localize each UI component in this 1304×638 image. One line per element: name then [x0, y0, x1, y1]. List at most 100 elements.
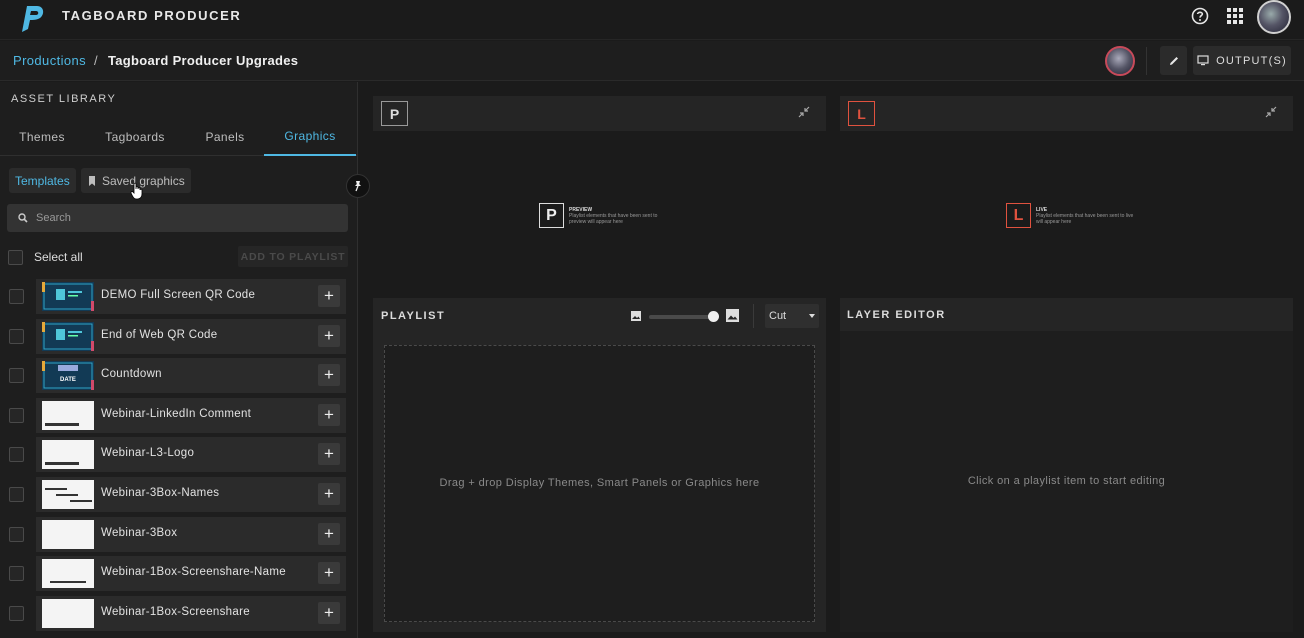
top-bar: TAGBOARD PRODUCER	[0, 0, 1304, 40]
preview-monitor: P P PREVIEW Playlist elements that have …	[373, 96, 826, 292]
edit-button[interactable]	[1160, 46, 1187, 75]
asset-list-item[interactable]: Webinar-3Box +	[36, 517, 346, 552]
asset-name: Webinar-1Box-Screenshare	[101, 606, 250, 618]
tagboard-logo-icon[interactable]	[18, 2, 46, 34]
asset-row-checkbox[interactable]	[9, 408, 24, 423]
asset-list-item[interactable]: Webinar-LinkedIn Comment +	[36, 398, 346, 433]
asset-name: DEMO Full Screen QR Code	[101, 289, 256, 301]
large-image-icon	[726, 309, 739, 322]
production-title: Tagboard Producer Upgrades	[108, 53, 299, 68]
asset-list-item[interactable]: Webinar-1Box-Screenshare +	[36, 596, 346, 631]
preview-badge: P	[381, 101, 408, 126]
graphic-thumbnail	[42, 480, 94, 509]
asset-name: Webinar-LinkedIn Comment	[101, 408, 252, 420]
graphic-thumbnail	[42, 322, 94, 351]
templates-filter-button[interactable]: Templates	[9, 168, 76, 193]
graphic-thumbnail	[42, 599, 94, 628]
small-image-icon	[631, 311, 641, 321]
layer-editor-title: LAYER EDITOR	[847, 309, 946, 321]
add-to-playlist-button[interactable]: ADD TO PLAYLIST	[238, 246, 348, 267]
asset-name: Countdown	[101, 368, 162, 380]
live-monitor-header: L	[840, 96, 1293, 131]
asset-search-input[interactable]	[36, 212, 326, 224]
asset-list-item[interactable]: DATE Countdown +	[36, 358, 346, 393]
breadcrumb-productions-link[interactable]: Productions	[13, 53, 86, 68]
playlist-dropzone[interactable]: Drag + drop Display Themes, Smart Panels…	[384, 345, 815, 622]
add-asset-button[interactable]: +	[318, 523, 340, 545]
graphic-thumbnail	[42, 520, 94, 549]
graphic-thumbnail	[42, 401, 94, 430]
add-asset-button[interactable]: +	[318, 483, 340, 505]
transition-select[interactable]: Cut	[765, 304, 819, 328]
collapse-preview-icon[interactable]	[798, 106, 810, 118]
add-asset-button[interactable]: +	[318, 562, 340, 584]
add-asset-button[interactable]: +	[318, 364, 340, 386]
collaborator-avatar[interactable]	[1105, 46, 1135, 76]
tab-panels[interactable]: Panels	[186, 118, 264, 156]
breadcrumb-separator: /	[94, 53, 98, 68]
graphic-thumbnail	[42, 282, 94, 311]
asset-row-checkbox[interactable]	[9, 527, 24, 542]
asset-row-checkbox[interactable]	[9, 487, 24, 502]
graphic-thumbnail	[42, 440, 94, 469]
playlist-drop-text: Drag + drop Display Themes, Smart Panels…	[439, 477, 760, 489]
asset-row-checkbox[interactable]	[9, 566, 24, 581]
apps-grid-icon[interactable]	[1225, 6, 1245, 26]
layer-editor-empty-text: Click on a playlist item to start editin…	[967, 475, 1166, 487]
add-asset-button[interactable]: +	[318, 602, 340, 624]
graphic-thumbnail	[42, 559, 94, 588]
add-asset-button[interactable]: +	[318, 404, 340, 426]
playlist-toolbar-divider	[753, 304, 754, 328]
asset-list-item[interactable]: Webinar-3Box-Names +	[36, 477, 346, 512]
live-placeholder-text: Playlist elements that have been sent to…	[1036, 213, 1134, 225]
user-avatar[interactable]	[1257, 0, 1291, 34]
add-asset-button[interactable]: +	[318, 443, 340, 465]
add-asset-button[interactable]: +	[318, 325, 340, 347]
svg-text:DATE: DATE	[60, 377, 76, 383]
pin-panel-button[interactable]	[346, 174, 370, 198]
monitor-icon	[1197, 55, 1209, 66]
pin-icon	[355, 181, 361, 192]
help-icon[interactable]	[1190, 6, 1210, 26]
asset-row-checkbox[interactable]	[9, 606, 24, 621]
preview-placeholder-text: Playlist elements that have been sent to…	[569, 213, 658, 225]
graphic-thumbnail: DATE	[42, 361, 94, 390]
outputs-button[interactable]: OUTPUT(S)	[1193, 46, 1291, 75]
asset-name: Webinar-3Box-Names	[101, 487, 220, 499]
collapse-live-icon[interactable]	[1265, 106, 1277, 118]
asset-list-item[interactable]: End of Web QR Code +	[36, 319, 346, 354]
hand-cursor-icon	[130, 182, 143, 200]
add-asset-button[interactable]: +	[318, 285, 340, 307]
tab-tagboards[interactable]: Tagboards	[84, 118, 186, 156]
asset-row-checkbox[interactable]	[9, 368, 24, 383]
tab-themes[interactable]: Themes	[0, 118, 84, 156]
asset-list-item[interactable]: Webinar-1Box-Screenshare-Name +	[36, 556, 346, 591]
playlist-panel: PLAYLIST Cut Drag + drop Display Themes,…	[373, 298, 826, 632]
asset-row-checkbox[interactable]	[9, 289, 24, 304]
preview-monitor-header: P	[373, 96, 826, 131]
asset-name: End of Web QR Code	[101, 329, 218, 341]
asset-tabs: Themes Tagboards Panels Graphics	[0, 118, 357, 156]
bookmark-icon	[89, 175, 95, 186]
asset-row-checkbox[interactable]	[9, 329, 24, 344]
asset-list-item[interactable]: DEMO Full Screen QR Code +	[36, 279, 346, 314]
live-monitor: L L LIVE Playlist elements that have bee…	[840, 96, 1293, 292]
asset-row-checkbox[interactable]	[9, 447, 24, 462]
asset-list-item[interactable]: Webinar-L3-Logo +	[36, 437, 346, 472]
asset-name: Webinar-1Box-Screenshare-Name	[101, 566, 286, 578]
app-title: TAGBOARD PRODUCER	[62, 8, 242, 23]
thumbnail-size-slider-handle[interactable]	[708, 311, 719, 322]
asset-name: Webinar-L3-Logo	[101, 447, 195, 459]
asset-library-panel: ASSET LIBRARY Themes Tagboards Panels Gr…	[0, 82, 358, 638]
live-badge: L	[848, 101, 875, 126]
layer-editor-header: LAYER EDITOR	[840, 298, 1293, 331]
select-all-label: Select all	[34, 250, 83, 264]
select-all-checkbox[interactable]	[8, 250, 23, 265]
header-divider	[1146, 47, 1147, 75]
tab-graphics[interactable]: Graphics	[264, 118, 356, 156]
thumbnail-size-slider[interactable]	[649, 315, 715, 319]
breadcrumb-bar: Productions / Tagboard Producer Upgrades…	[0, 41, 1304, 81]
chevron-down-icon	[809, 314, 815, 318]
transition-value: Cut	[769, 310, 787, 322]
layer-editor-panel: LAYER EDITOR Click on a playlist item to…	[840, 298, 1293, 632]
